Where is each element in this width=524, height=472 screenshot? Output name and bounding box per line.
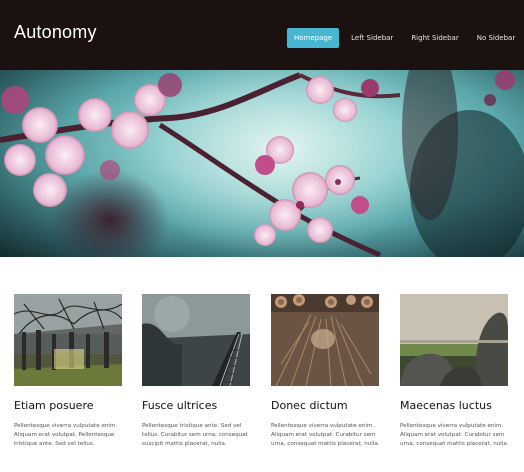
features-section: Etiam posuere Pellentesque viverra vulpu…	[0, 257, 524, 472]
nav-item-right-sidebar[interactable]: Right Sidebar	[405, 29, 464, 47]
logs-photo[interactable]	[271, 294, 379, 386]
feature-title: Fusce ultrices	[142, 399, 218, 412]
feature-title: Maecenas luctus	[400, 399, 492, 412]
nav-item-left-sidebar[interactable]: Left Sidebar	[345, 29, 399, 47]
feature-card: Fusce ultrices Pellentesque tristique an…	[142, 294, 252, 450]
feature-card: Etiam posuere Pellentesque viverra vulpu…	[14, 294, 124, 450]
site-logo[interactable]: Autonomy	[14, 22, 97, 43]
nav-item-no-sidebar[interactable]: No Sidebar	[471, 29, 522, 47]
feature-text: Pellentesque viverra vulputate enim. Ali…	[271, 423, 380, 448]
feature-text: Pellentesque viverra vulputate enim. Ali…	[14, 423, 118, 448]
feature-text: Pellentesque tristique ante. Sed vel tel…	[142, 423, 248, 448]
nav-item-homepage[interactable]: Homepage	[287, 28, 340, 48]
trees-photo[interactable]	[14, 294, 122, 386]
rocks-photo[interactable]	[400, 294, 508, 386]
feature-card: Donec dictum Pellentesque viverra vulput…	[271, 294, 381, 450]
feature-card: Maecenas luctus Pellentesque viverra vul…	[400, 294, 510, 450]
main-nav: Homepage Left Sidebar Right Sidebar No S…	[287, 28, 521, 48]
feature-title: Donec dictum	[271, 399, 348, 412]
feature-text: Pellentesque viverra vulputate enim. Ali…	[400, 423, 509, 448]
feature-title: Etiam posuere	[14, 399, 94, 412]
hero-banner-image	[0, 70, 524, 257]
blossom-illustration	[0, 70, 524, 257]
site-header: Autonomy Homepage Left Sidebar Right Sid…	[0, 0, 524, 70]
railroad-photo[interactable]	[142, 294, 250, 386]
